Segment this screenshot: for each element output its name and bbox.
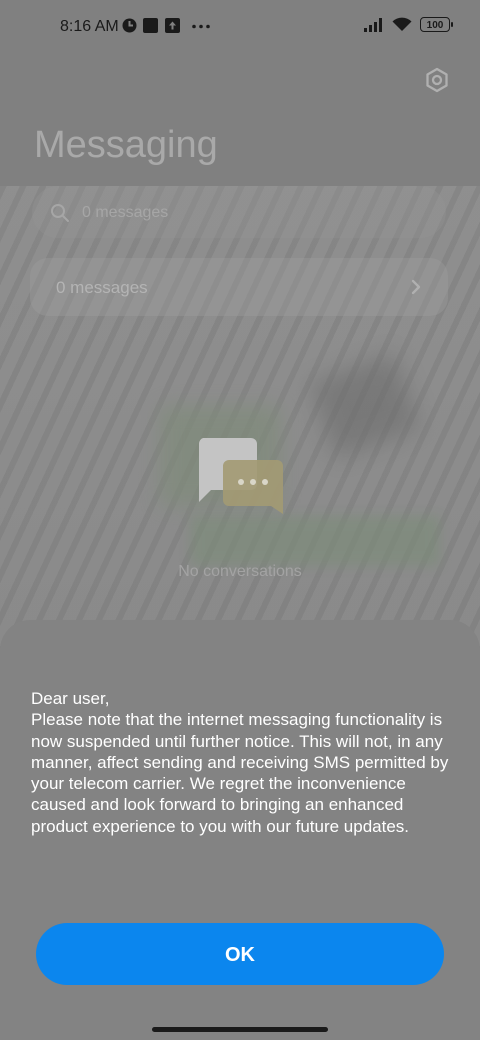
status-right-icons: 100 xyxy=(364,17,453,32)
messages-row-label: 0 messages xyxy=(56,278,148,297)
signal-icon xyxy=(364,17,382,32)
home-indicator[interactable] xyxy=(152,1027,328,1032)
more-dots-icon xyxy=(192,24,210,29)
battery-level: 100 xyxy=(426,20,444,31)
upload-icon xyxy=(165,18,180,33)
wifi-icon xyxy=(392,17,412,31)
square-icon xyxy=(143,18,158,33)
messaging-app: 8:16 AM 100 Messaging 0 messages 0 messa… xyxy=(0,0,480,1040)
status-time: 8:16 AM xyxy=(60,18,119,35)
gear-icon[interactable] xyxy=(423,66,451,94)
empty-state-text: No conversations xyxy=(178,563,302,580)
search-icon xyxy=(51,204,69,222)
page-title: Messaging xyxy=(34,124,218,166)
dialog-message: Dear user, Please note that the internet… xyxy=(31,689,449,836)
ok-button[interactable]: OK xyxy=(36,923,444,985)
settings-circle-icon xyxy=(122,18,137,33)
background-blur-shape xyxy=(309,353,421,459)
search-placeholder: 0 messages xyxy=(82,204,169,221)
chevron-right-icon xyxy=(411,279,421,295)
battery-icon: 100 xyxy=(420,17,453,32)
chat-bubbles-icon xyxy=(198,438,283,514)
status-bar: 8:16 AM 100 xyxy=(0,0,480,56)
background-blur-shape xyxy=(190,516,440,566)
